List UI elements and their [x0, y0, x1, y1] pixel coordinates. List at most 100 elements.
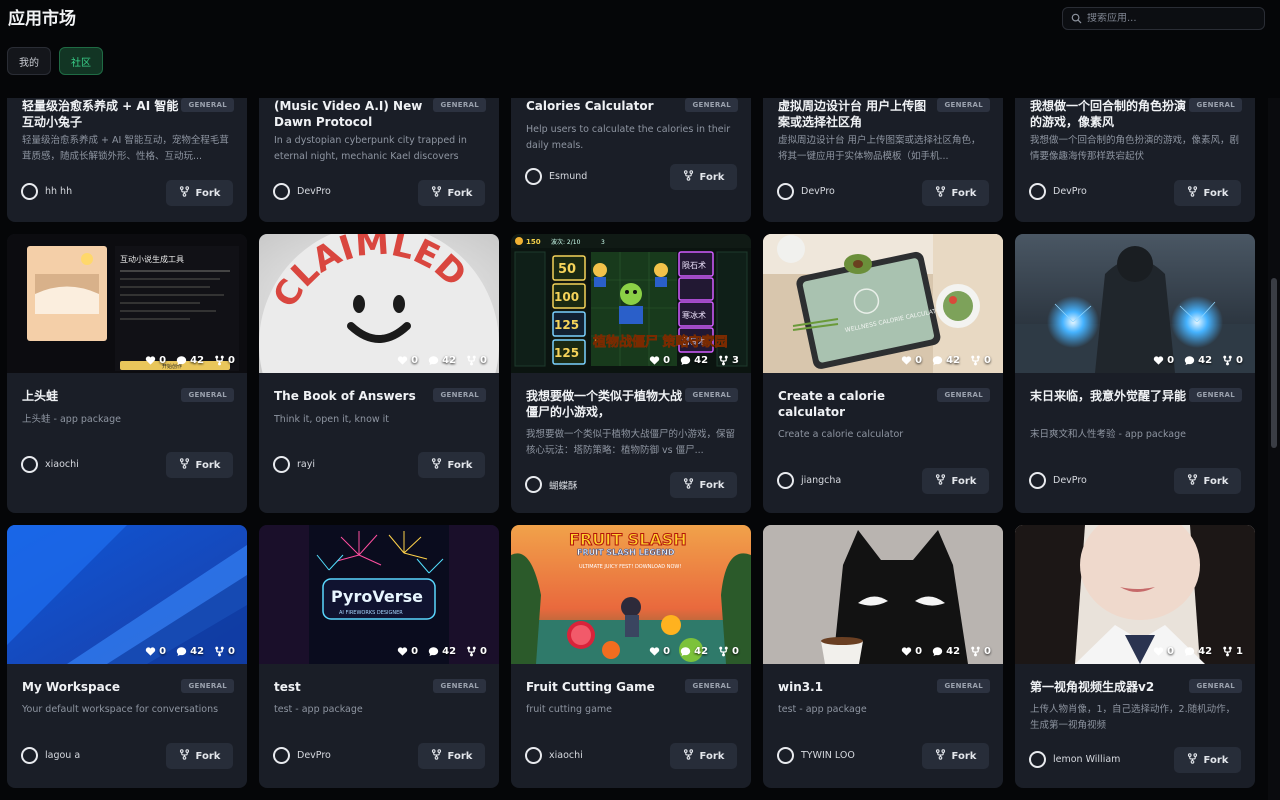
- author-name: TYWIN LOO: [801, 750, 855, 761]
- fork-label: Fork: [195, 187, 221, 199]
- fork-button[interactable]: Fork: [922, 468, 989, 494]
- fork-icon: [179, 186, 190, 200]
- fork-icon: [683, 749, 694, 763]
- like-count: 0: [915, 355, 923, 366]
- card-author: DevPro: [273, 183, 331, 200]
- app-card[interactable]: PyroVerse AI FIREWORKS DESIGNER 0 42 0 t…: [259, 525, 499, 788]
- comment-count: 42: [442, 355, 457, 366]
- fork-label: Fork: [195, 750, 221, 762]
- comment-count: 42: [190, 646, 205, 657]
- app-card[interactable]: (Music Video A.I) New Dawn Protocol GENE…: [259, 98, 499, 222]
- author-name: hh hh: [45, 186, 73, 197]
- like-count: 0: [159, 646, 167, 657]
- app-card[interactable]: 0 42 0 win3.1 GENERAL test - app package…: [763, 525, 1003, 788]
- fork-icon: [683, 170, 694, 184]
- scrollbar-thumb[interactable]: [1271, 278, 1277, 448]
- fork-button[interactable]: Fork: [670, 472, 737, 498]
- app-card[interactable]: 轻量级治愈系养成 + AI 智能互动小兔子 GENERAL 轻量级治愈系养成 +…: [7, 98, 247, 222]
- comment-icon: [428, 355, 439, 366]
- card-description: 末日爽文和人性考验 - app package: [1030, 429, 1186, 440]
- heart-icon: [145, 646, 156, 657]
- fork-icon: [935, 749, 946, 763]
- app-card[interactable]: WELLNESS CALORIE CALCULATOR 0 42 0 Creat…: [763, 234, 1003, 513]
- avatar: [777, 747, 794, 764]
- fork-button[interactable]: Fork: [922, 743, 989, 769]
- avatar: [525, 168, 542, 185]
- category-badge: GENERAL: [1189, 388, 1242, 402]
- tab-community[interactable]: 社区: [59, 47, 103, 75]
- fork-button[interactable]: Fork: [418, 180, 485, 206]
- category-badge: GENERAL: [937, 98, 990, 112]
- author-name: DevPro: [297, 186, 331, 197]
- fork-button[interactable]: Fork: [418, 452, 485, 478]
- author-name: xiaochi: [45, 459, 79, 470]
- card-author: lagou a: [21, 747, 80, 764]
- card-title: 上头蛙: [22, 389, 59, 403]
- fork-button[interactable]: Fork: [166, 180, 233, 206]
- fork-button[interactable]: Fork: [166, 743, 233, 769]
- fork-icon: [214, 646, 225, 657]
- heart-icon: [397, 355, 408, 366]
- app-card[interactable]: 150 波次: 2/10 3 50 100 125 125 陨石术 寒冰术 雷暴…: [511, 234, 751, 513]
- author-name: DevPro: [297, 750, 331, 761]
- heart-icon: [1153, 355, 1164, 366]
- fork-button[interactable]: Fork: [418, 743, 485, 769]
- card-author: lemon William: [1029, 751, 1120, 768]
- scrollbar[interactable]: [1268, 98, 1280, 800]
- heart-icon: [145, 355, 156, 366]
- app-card[interactable]: 虚拟周边设计台 用户上传图案或选择社区角 GENERAL 虚拟周边设计台 用户上…: [763, 98, 1003, 222]
- card-author: xiaochi: [21, 456, 79, 473]
- heart-icon: [649, 646, 660, 657]
- thumb-spell: 寒冰术: [682, 310, 706, 320]
- app-card[interactable]: Calories Calculator GENERAL Help users t…: [511, 98, 751, 222]
- card-title: Create a calorie calculator: [778, 389, 886, 419]
- app-card[interactable]: 0 42 0 My Workspace GENERAL Your default…: [7, 525, 247, 788]
- thumb-title: PyroVerse: [331, 587, 423, 606]
- category-badge: GENERAL: [685, 388, 738, 402]
- fork-count: 0: [480, 355, 487, 366]
- card-description: test - app package: [274, 704, 363, 715]
- card-description: Think it, open it, know it: [274, 414, 390, 425]
- app-card[interactable]: 互动小说生成工具 开始创作 0 42 0 上头蛙 GENERAL 上头蛙 - a…: [7, 234, 247, 513]
- fork-icon: [683, 478, 694, 492]
- app-card[interactable]: FRUIT SLASH FRUIT SLASH LEGEND ULTIMATE …: [511, 525, 751, 788]
- comment-count: 42: [190, 355, 205, 366]
- fork-icon: [1187, 753, 1198, 767]
- fork-count: 0: [1236, 355, 1243, 366]
- app-card[interactable]: 0 42 1 第一视角视频生成器v2 GENERAL 上传人物肖像，1，自己选择…: [1015, 525, 1255, 788]
- heart-icon: [901, 646, 912, 657]
- card-thumbnail: 0 42 0: [7, 525, 247, 664]
- card-title: My Workspace: [22, 680, 120, 694]
- fork-button[interactable]: Fork: [1174, 468, 1241, 494]
- card-author: jiangcha: [777, 472, 841, 489]
- avatar: [1029, 183, 1046, 200]
- avatar: [1029, 472, 1046, 489]
- category-badge: GENERAL: [685, 679, 738, 693]
- comment-icon: [932, 355, 943, 366]
- card-stats: 0 42 0: [397, 355, 487, 366]
- tab-bar: 我的 社区: [7, 47, 103, 75]
- app-card[interactable]: CLAIMLED 0 42 0 The Book of Answers GENE…: [259, 234, 499, 513]
- card-thumbnail: FRUIT SLASH FRUIT SLASH LEGEND ULTIMATE …: [511, 525, 751, 664]
- fork-icon: [970, 646, 981, 657]
- fork-button[interactable]: Fork: [670, 743, 737, 769]
- fork-button[interactable]: Fork: [922, 180, 989, 206]
- search-box[interactable]: [1062, 7, 1265, 30]
- author-name: DevPro: [801, 186, 835, 197]
- app-card[interactable]: 我想做一个回合制的角色扮演的游戏，像素风 GENERAL 我想做一个回合制的角色…: [1015, 98, 1255, 222]
- avatar: [777, 472, 794, 489]
- comment-icon: [932, 646, 943, 657]
- author-name: DevPro: [1053, 475, 1087, 486]
- card-stats: 0 42 3: [649, 355, 739, 366]
- fork-button[interactable]: Fork: [670, 164, 737, 190]
- thumb-title: 植物战僵尸 策略守家园: [592, 334, 728, 350]
- app-card[interactable]: 0 42 0 末日来临，我意外觉醒了异能 GENERAL 末日爽文和人性考验 -…: [1015, 234, 1255, 513]
- fork-count: 0: [984, 355, 991, 366]
- search-input[interactable]: [1087, 13, 1257, 24]
- fork-button[interactable]: Fork: [1174, 180, 1241, 206]
- thumb-cost: 125: [554, 346, 579, 360]
- fork-button[interactable]: Fork: [1174, 747, 1241, 773]
- fork-button[interactable]: Fork: [166, 452, 233, 478]
- tab-mine[interactable]: 我的: [7, 47, 51, 75]
- fork-label: Fork: [1203, 754, 1229, 766]
